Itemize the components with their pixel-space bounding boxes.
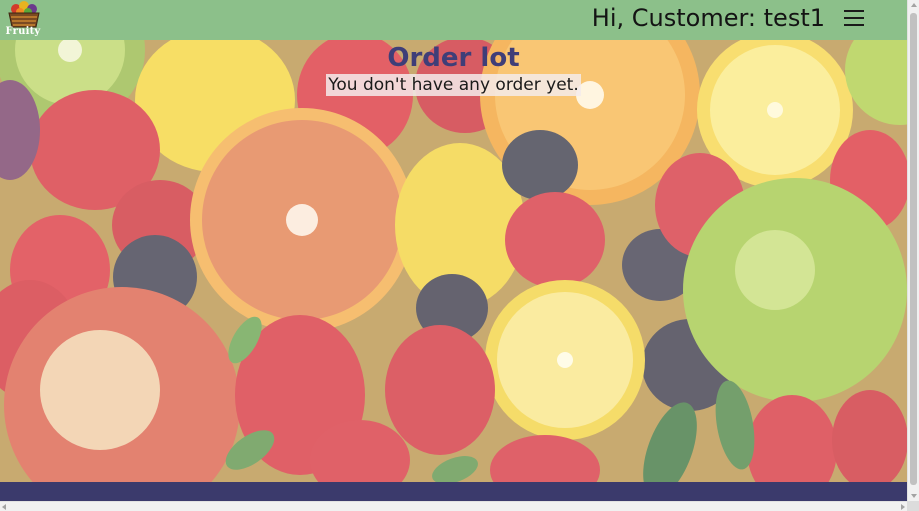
logo-text: Fruity: [5, 26, 41, 37]
top-navbar: Fruity Hi, Customer: test1: [0, 0, 907, 40]
orders-section: Order lot You don't have any order yet.: [0, 40, 907, 96]
footer-bar: [0, 482, 907, 501]
vertical-scroll-thumb[interactable]: [910, 13, 917, 485]
page-viewport: Fruity Hi, Customer: test1 Order lot You…: [0, 0, 907, 501]
page-title: Order lot: [387, 43, 520, 73]
customer-greeting: Hi, Customer: test1: [591, 4, 825, 32]
hamburger-menu-icon[interactable]: [843, 7, 865, 29]
empty-orders-message: You don't have any order yet.: [326, 74, 581, 96]
vertical-scrollbar[interactable]: [907, 0, 919, 501]
fruit-background-image: [0, 40, 907, 482]
fruit-basket-icon: [8, 1, 40, 28]
scrollbar-corner: [907, 501, 919, 511]
scroll-left-arrow-icon[interactable]: [2, 504, 6, 510]
scroll-down-arrow-icon[interactable]: [911, 494, 917, 498]
scroll-right-arrow-icon[interactable]: [901, 504, 905, 510]
hero-overlay: [0, 40, 907, 482]
horizontal-scrollbar[interactable]: [0, 501, 907, 511]
scroll-up-arrow-icon[interactable]: [911, 3, 917, 7]
